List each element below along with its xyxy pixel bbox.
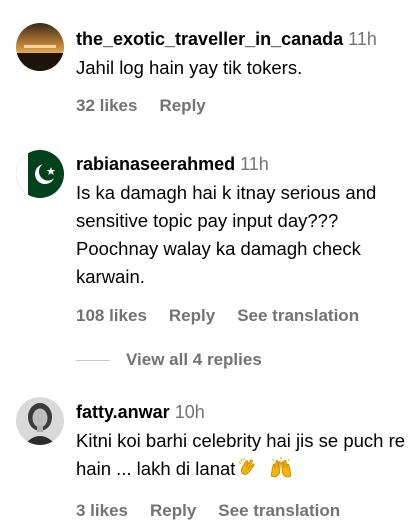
comments-list: the_exotic_traveller_in_canada 11h Jahil … — [0, 0, 417, 524]
comment-text: Kitni koi barhi celebrity hai jis se puc… — [76, 427, 406, 486]
comment-text: Is ka damagh hai k itnay serious and sen… — [76, 182, 377, 287]
reply-button[interactable]: Reply — [150, 501, 196, 520]
avatar[interactable] — [16, 397, 64, 445]
likes-count[interactable]: 108 likes — [76, 306, 147, 325]
avatar[interactable] — [16, 23, 64, 71]
sunset-avatar-image — [16, 23, 64, 71]
raising-hands-icon — [269, 456, 293, 486]
clapping-hands-icon — [237, 456, 259, 486]
timestamp: 10h — [174, 402, 205, 422]
reply-button[interactable]: Reply — [159, 96, 205, 115]
likes-count[interactable]: 32 likes — [76, 96, 137, 115]
view-replies-label[interactable]: View all 4 replies — [126, 350, 262, 369]
see-translation-button[interactable]: See translation — [218, 501, 340, 520]
username[interactable]: rabianaseerahmed — [76, 154, 235, 174]
timestamp: 11h — [348, 29, 377, 49]
username[interactable]: fatty.anwar — [76, 402, 170, 422]
view-replies-button[interactable]: View all 4 replies — [76, 350, 262, 372]
likes-count[interactable]: 3 likes — [76, 501, 128, 520]
avatar[interactable] — [16, 150, 64, 198]
see-translation-button[interactable]: See translation — [237, 306, 359, 325]
username[interactable]: the_exotic_traveller_in_canada — [76, 29, 343, 49]
timestamp: 11h — [240, 154, 269, 174]
replies-divider — [76, 359, 110, 361]
reply-button[interactable]: Reply — [169, 306, 215, 325]
pakistan-flag-avatar-image — [16, 150, 64, 198]
comment-text: Jahil log hain yay tik tokers. — [76, 57, 303, 78]
woman-portrait-avatar-image — [16, 397, 64, 445]
